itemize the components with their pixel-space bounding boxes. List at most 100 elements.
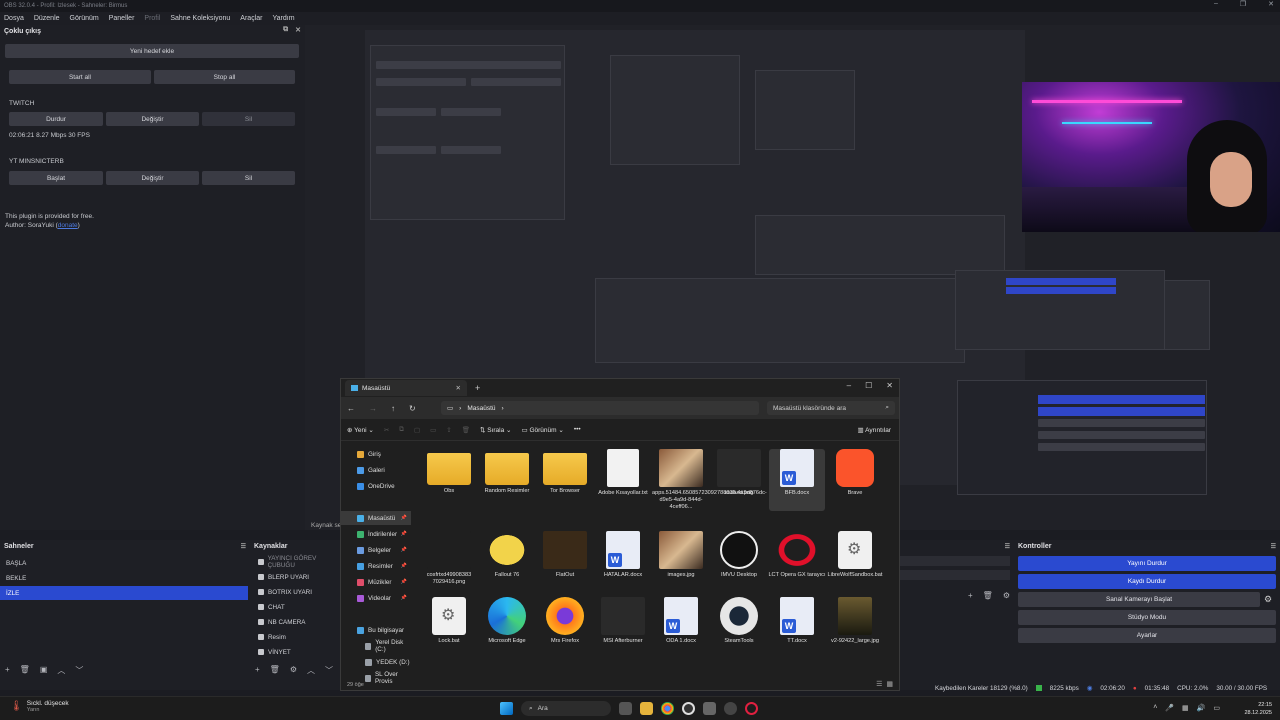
twitch-stop-button[interactable]: Durdur — [9, 112, 103, 126]
sidebar-item[interactable]: Resimler 📌 — [341, 559, 411, 573]
close-icon[interactable]: ✕ — [295, 26, 301, 34]
menu-view[interactable]: Görünüm — [70, 15, 99, 22]
menu-file[interactable]: Dosya — [4, 15, 24, 22]
menu-edit[interactable]: Düzenle — [34, 15, 60, 22]
twitch-edit-button[interactable]: Değiştir — [106, 112, 199, 126]
dock-menu-icon[interactable]: ☰ — [1005, 543, 1010, 550]
file-item[interactable]: Tor Browser — [537, 449, 593, 511]
file-item[interactable]: MSI Afterburner — [595, 597, 651, 659]
file-item[interactable]: v2-92422_large.jpg — [827, 597, 883, 659]
file-item[interactable]: FlatOut — [537, 531, 593, 593]
source-item[interactable]: BOTRIX UYARI — [254, 585, 340, 599]
forward-icon[interactable]: → — [369, 404, 377, 413]
new-tab-icon[interactable]: + — [475, 383, 480, 393]
sidebar-item[interactable]: Masaüstü 📌 — [341, 511, 411, 525]
opera-gx-icon[interactable] — [745, 702, 758, 715]
filter-icon[interactable]: ▣ — [40, 665, 48, 676]
close-tab-icon[interactable]: ✕ — [456, 384, 461, 392]
remove-icon[interactable]: 🗑 — [270, 665, 280, 676]
yt-start-button[interactable]: Başlat — [9, 171, 103, 185]
file-item[interactable]: Lock.bat — [421, 597, 477, 659]
move-up-icon[interactable]: ︿ — [307, 665, 315, 676]
settings-button[interactable]: Ayarlar — [1018, 628, 1276, 643]
weather-widget[interactable]: 🌡 Sıckl. düşecek Yarın — [10, 700, 69, 713]
source-item[interactable]: YAYINCI GÖREV ÇUBUĞU — [254, 555, 340, 569]
settings-icon[interactable]: ⚙ — [1003, 591, 1010, 600]
gear-icon[interactable]: ⚙ — [1264, 594, 1272, 605]
virtual-camera-button[interactable]: Sanal Kamerayı Başlat — [1018, 592, 1260, 607]
back-icon[interactable]: ← — [347, 404, 355, 413]
move-up-icon[interactable]: ︿ — [57, 665, 65, 676]
sort-button[interactable]: ⇅ Sırala ⌄ — [480, 426, 512, 434]
sidebar-item[interactable]: Bu bilgisayar — [341, 623, 411, 637]
file-item[interactable]: TT.docx — [769, 597, 825, 659]
file-item[interactable]: Brave — [827, 449, 883, 511]
source-item[interactable]: CHAT — [254, 600, 340, 614]
add-icon[interactable]: + — [968, 591, 973, 600]
taskbar-search[interactable]: ⌕ Ara — [521, 701, 611, 716]
menu-help[interactable]: Yardım — [272, 15, 294, 22]
rename-icon[interactable]: ▭ — [430, 426, 436, 434]
add-target-button[interactable]: Yeni hedef ekle — [5, 44, 299, 58]
source-item[interactable]: NB CAMERA — [254, 615, 340, 629]
more-button[interactable]: ••• — [574, 426, 581, 433]
file-item[interactable]: Mrs Firefox — [537, 597, 593, 659]
stop-all-button[interactable]: Stop all — [154, 70, 295, 84]
details-button[interactable]: ▥ Ayrıntılar — [858, 426, 891, 434]
obs-icon[interactable] — [682, 702, 695, 715]
studio-mode-button[interactable]: Stüdyo Modu — [1018, 610, 1276, 625]
menu-scene-collection[interactable]: Sahne Koleksiyonu — [170, 15, 230, 22]
menu-tools[interactable]: Araçlar — [240, 15, 262, 22]
file-explorer-icon[interactable] — [640, 702, 653, 715]
file-item[interactable]: SteamTools — [711, 597, 767, 659]
grid-view-icon[interactable]: ▦ — [886, 680, 893, 688]
sidebar-item[interactable]: Müzikler 📌 — [341, 575, 411, 589]
stop-stream-button[interactable]: Yayını Durdur — [1018, 556, 1276, 571]
file-item[interactable]: cosfrtxd49908383 7029416.png — [421, 531, 477, 593]
explorer-tab[interactable]: Masaüstü ✕ — [345, 380, 467, 396]
source-item[interactable]: VİNYET — [254, 645, 340, 659]
volume-icon[interactable]: 🔊 — [1197, 704, 1206, 712]
file-item[interactable]: HATALAR.docx — [595, 531, 651, 593]
address-bar[interactable]: ▭ › Masaüstü › — [441, 401, 759, 415]
twitch-delete-button[interactable]: Sil — [202, 112, 295, 126]
cut-icon[interactable]: ✂ — [384, 426, 389, 434]
sidebar-item[interactable]: Yerel Disk (C:) — [341, 639, 411, 653]
file-item[interactable]: ODA 1.docx — [653, 597, 709, 659]
scene-item[interactable]: BEKLE — [0, 571, 248, 585]
copy-icon[interactable]: ⧉ — [399, 426, 404, 434]
view-button[interactable]: ▭ Görünüm ⌄ — [521, 426, 563, 434]
sidebar-item[interactable]: Belgeler 📌 — [341, 543, 411, 557]
remove-icon[interactable]: 🗑 — [983, 591, 993, 600]
file-item[interactable]: asdasd.png — [711, 449, 767, 511]
new-button[interactable]: ⊕ Yeni ⌄ — [347, 426, 374, 434]
file-item[interactable]: LCT Opera GX tarayıcı — [768, 531, 826, 593]
source-item[interactable]: BLERP UYARI — [254, 570, 340, 584]
file-item[interactable]: Microsoft Edge — [479, 597, 535, 659]
file-item[interactable]: Random Resimler — [479, 449, 535, 511]
search-input[interactable]: Masaüstü klasöründe ara ⌕ — [767, 401, 895, 415]
scene-item[interactable]: BAŞLA — [0, 556, 248, 570]
menu-profile[interactable]: Profil — [144, 15, 160, 22]
file-item[interactable]: LibreWolfSandbox.bat — [827, 531, 883, 593]
stop-record-button[interactable]: Kaydı Durdur — [1018, 574, 1276, 589]
file-item[interactable]: apps.51484.65085723092788836.4a9d876dc-d… — [652, 449, 767, 511]
task-view-icon[interactable] — [619, 702, 632, 715]
up-icon[interactable]: ↑ — [391, 404, 395, 413]
mixer-select[interactable] — [900, 556, 1010, 566]
sidebar-item[interactable]: OneDrive — [341, 479, 411, 493]
chevron-up-icon[interactable]: ˄ — [1153, 704, 1157, 712]
file-item[interactable]: Adobe Kısayollar.txt — [595, 449, 651, 511]
add-icon[interactable]: + — [5, 665, 10, 676]
maximize-icon[interactable]: ☐ — [865, 381, 872, 390]
scene-item[interactable]: İZLE — [0, 586, 248, 600]
file-item[interactable]: IMVU Desktop — [711, 531, 767, 593]
file-item[interactable]: images.jpg — [653, 531, 709, 593]
chrome-icon[interactable] — [661, 702, 674, 715]
minimize-icon[interactable]: – — [847, 381, 851, 390]
sidebar-item[interactable]: Galeri — [341, 463, 411, 477]
add-icon[interactable]: + — [255, 665, 260, 676]
float-icon[interactable]: ⧉ — [283, 26, 288, 34]
close-icon[interactable]: ✕ — [1268, 0, 1274, 8]
source-item[interactable]: Resim — [254, 630, 340, 644]
